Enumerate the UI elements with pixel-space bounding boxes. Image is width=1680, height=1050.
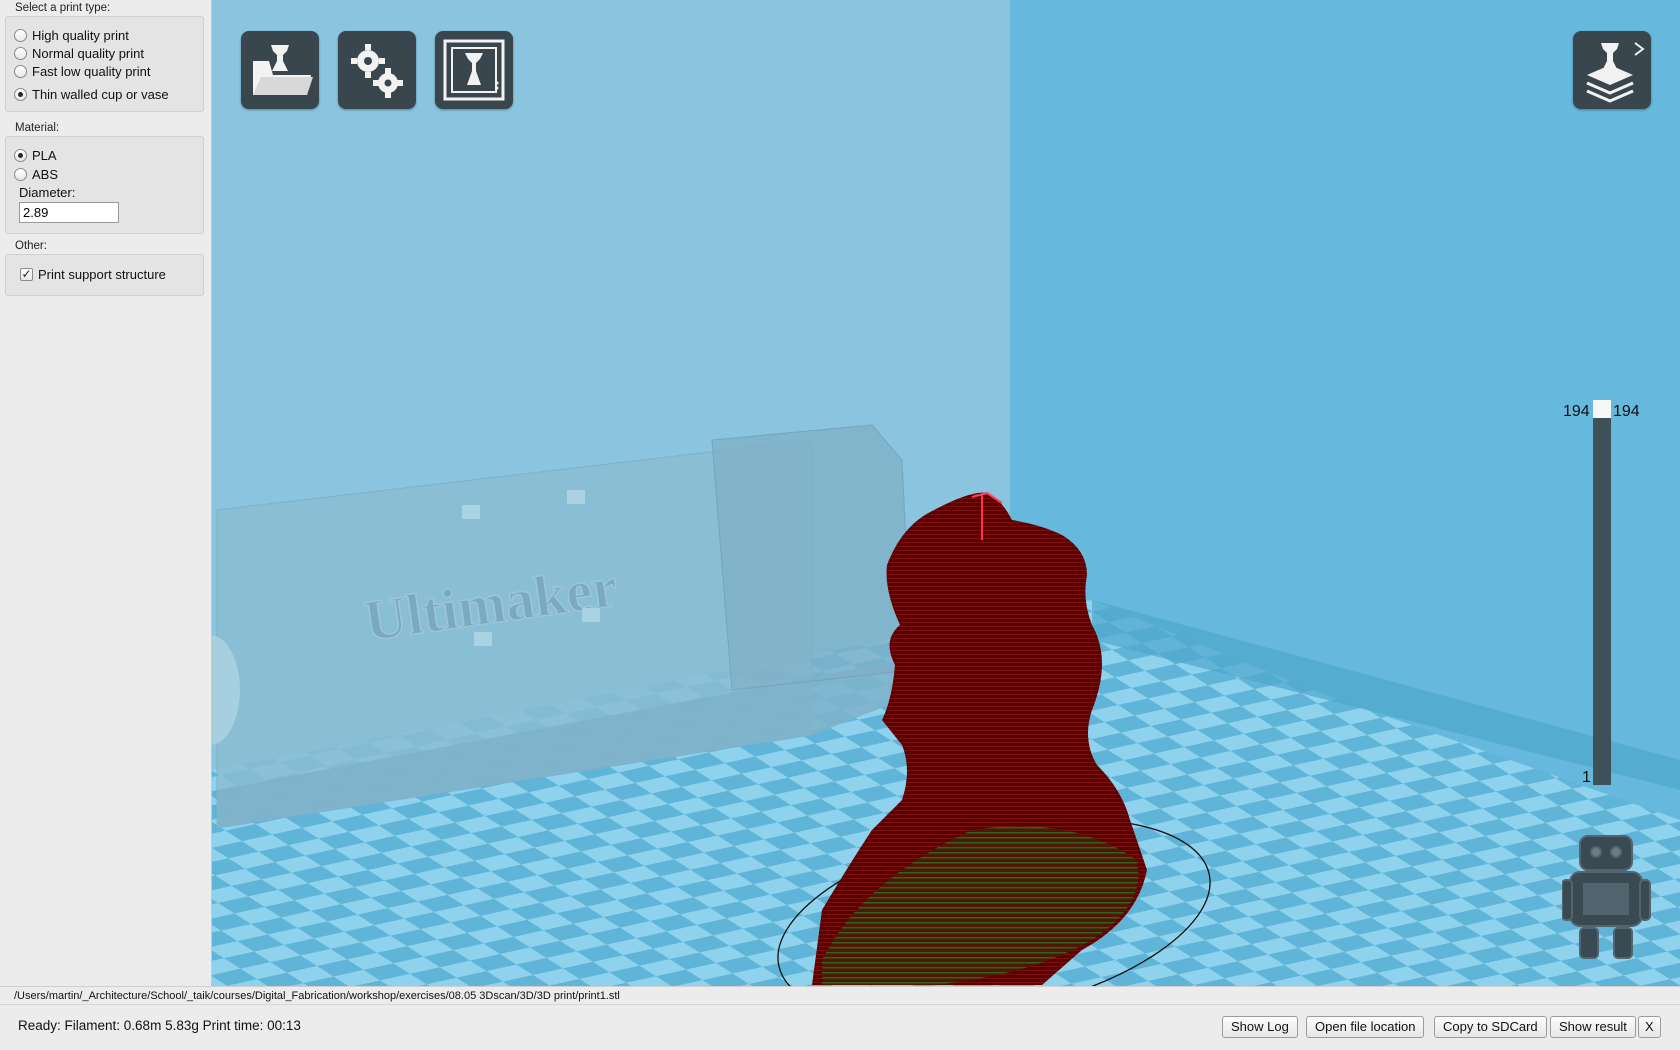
diameter-label: Diameter:: [19, 185, 76, 200]
scene-render: Ultimaker: [212, 0, 1680, 986]
checkmark-icon[interactable]: ✓: [20, 268, 33, 281]
robot-mascot-icon[interactable]: [1562, 832, 1662, 972]
print-type-title: Select a print type:: [15, 2, 111, 14]
radio-indicator[interactable]: [14, 47, 27, 60]
open-file-location-button[interactable]: Open file location: [1306, 1016, 1425, 1038]
radio-fast-low-quality[interactable]: Fast low quality print: [14, 64, 151, 79]
file-path: /Users/martin/_Architecture/School/_taik…: [0, 986, 1680, 1004]
other-title: Other:: [15, 240, 47, 252]
load-model-icon: [253, 45, 313, 95]
radio-abs[interactable]: ABS: [14, 167, 58, 182]
close-button[interactable]: X: [1638, 1016, 1661, 1038]
material-title: Material:: [15, 122, 60, 134]
status-bar: Ready: Filament: 0.68m 5.83g Print time:…: [0, 1004, 1680, 1050]
layer-slider-track[interactable]: [1593, 400, 1611, 785]
radio-label: High quality print: [32, 28, 129, 43]
radio-label: Normal quality print: [32, 46, 144, 61]
gears-icon: [351, 44, 403, 98]
layer-top-right-label: 194: [1613, 403, 1640, 420]
radio-label: PLA: [32, 148, 57, 163]
radio-indicator[interactable]: [14, 29, 27, 42]
view-mode-button[interactable]: [435, 31, 513, 109]
status-text: Ready: Filament: 0.68m 5.83g Print time:…: [18, 1018, 301, 1033]
radio-label: Thin walled cup or vase: [32, 87, 169, 102]
3d-viewport[interactable]: Ultimaker 194 194 1: [212, 0, 1680, 986]
radio-indicator[interactable]: [14, 149, 27, 162]
layer-top-left-label: 194: [1563, 403, 1590, 420]
radio-indicator[interactable]: [14, 65, 27, 78]
layer-slider-handle[interactable]: [1593, 400, 1611, 418]
copy-to-sdcard-button[interactable]: Copy to SDCard: [1434, 1016, 1547, 1038]
radio-indicator[interactable]: [14, 168, 27, 181]
radio-indicator[interactable]: [14, 88, 27, 101]
layer-view-icon: [1586, 42, 1645, 103]
load-model-button[interactable]: [241, 31, 319, 109]
checkbox-label: Print support structure: [38, 267, 166, 282]
radio-label: ABS: [32, 167, 59, 182]
view-mode-icon: [443, 39, 505, 101]
radio-pla[interactable]: PLA: [14, 148, 57, 163]
layer-bottom-label: 1: [1582, 769, 1591, 786]
diameter-input[interactable]: [19, 202, 119, 223]
layer-view-button[interactable]: [1573, 31, 1651, 109]
radio-thin-walled[interactable]: Thin walled cup or vase: [14, 87, 169, 102]
show-log-button[interactable]: Show Log: [1222, 1016, 1298, 1038]
radio-normal-quality[interactable]: Normal quality print: [14, 46, 144, 61]
show-result-button[interactable]: Show result: [1550, 1016, 1636, 1038]
radio-label: Fast low quality print: [32, 64, 151, 79]
settings-button[interactable]: [338, 31, 416, 109]
radio-high-quality[interactable]: High quality print: [14, 28, 129, 43]
settings-sidebar: Select a print type: High quality print …: [0, 0, 212, 986]
support-structure-checkbox[interactable]: ✓ Print support structure: [20, 267, 166, 282]
